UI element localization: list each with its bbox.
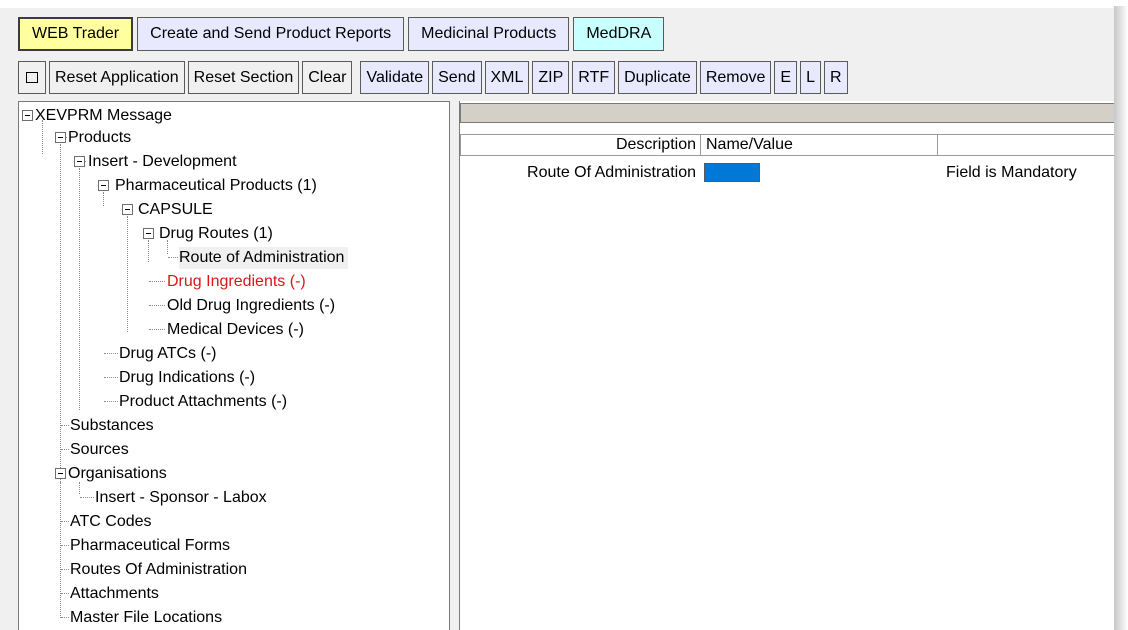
tree-connector	[127, 216, 128, 332]
tree-node-drug-routes[interactable]: Drug Routes (1)	[159, 223, 273, 245]
tree-connector	[61, 569, 69, 570]
tree-node-substances[interactable]: Substances	[70, 415, 154, 437]
column-header-description[interactable]: Description	[460, 134, 701, 156]
r-button[interactable]: R	[823, 61, 848, 94]
tree-node-drug-ingredients[interactable]: Drug Ingredients (-)	[167, 271, 306, 293]
navigation-tree: XEVPRM Message Products Insert - Develop…	[18, 101, 450, 630]
tab-medicinal-products[interactable]: Medicinal Products	[408, 17, 570, 51]
duplicate-button[interactable]: Duplicate	[618, 61, 697, 94]
collapse-icon[interactable]	[55, 468, 66, 479]
tree-connector	[168, 257, 178, 258]
e-button[interactable]: E	[774, 61, 798, 94]
detail-panel: Description Name/Value Route Of Administ…	[459, 101, 1114, 630]
tree-node-atc-codes[interactable]: ATC Codes	[70, 511, 152, 533]
tree-connector	[149, 305, 165, 306]
send-button[interactable]: Send	[432, 61, 482, 94]
tree-node-product-attachments[interactable]: Product Attachments (-)	[119, 391, 287, 413]
tree-connector	[61, 593, 69, 594]
rtf-button[interactable]: RTF	[572, 61, 616, 94]
tree-connector	[61, 521, 69, 522]
tree-node-insert-sponsor[interactable]: Insert - Sponsor - Labox	[95, 487, 267, 509]
tree-node-old-drug-ingredients[interactable]: Old Drug Ingredients (-)	[167, 295, 335, 317]
route-of-administration-value-field[interactable]	[704, 163, 760, 182]
reset-section-button[interactable]: Reset Section	[187, 61, 300, 94]
collapse-icon[interactable]	[74, 156, 85, 167]
tab-meddra[interactable]: MedDRA	[573, 17, 665, 51]
tree-connector	[104, 353, 118, 354]
tree-node-organisations[interactable]: Organisations	[68, 463, 167, 485]
reset-application-button[interactable]: Reset Application	[49, 61, 185, 94]
zip-button[interactable]: ZIP	[532, 61, 570, 94]
clear-button[interactable]: Clear	[302, 61, 353, 94]
tree-connector	[61, 425, 69, 426]
tree-connector	[149, 329, 165, 330]
tree-node-routes-of-administration[interactable]: Routes Of Administration	[70, 559, 247, 581]
validate-button[interactable]: Validate	[360, 61, 430, 94]
collapse-icon[interactable]	[143, 228, 154, 239]
column-header-name-value[interactable]: Name/Value	[700, 134, 938, 156]
detail-title-bar	[460, 103, 1114, 123]
app-window: WEB Trader Create and Send Product Repor…	[0, 0, 1114, 630]
square-button[interactable]	[18, 61, 46, 94]
l-button[interactable]: L	[800, 61, 821, 94]
tree-node-drug-atcs[interactable]: Drug ATCs (-)	[119, 343, 216, 365]
collapse-icon[interactable]	[122, 204, 133, 215]
tree-node-master-file-locations[interactable]: Master File Locations	[70, 607, 222, 629]
column-header-blank[interactable]	[937, 134, 1114, 156]
tree-connector	[60, 482, 61, 494]
tree-node-pharmaceutical-forms[interactable]: Pharmaceutical Forms	[70, 535, 230, 557]
tree-node-drug-indications[interactable]: Drug Indications (-)	[119, 367, 255, 389]
tree-node-attachments[interactable]: Attachments	[70, 583, 159, 605]
validation-message: Field is Mandatory	[946, 164, 1077, 181]
tree-node-route-of-administration[interactable]: Route of Administration	[179, 247, 349, 269]
field-label-route-of-administration: Route Of Administration	[527, 164, 696, 181]
tree-node-sources[interactable]: Sources	[70, 439, 129, 461]
tree-node-medical-devices[interactable]: Medical Devices (-)	[167, 319, 304, 341]
square-icon	[26, 72, 38, 83]
tree-connector	[61, 449, 69, 450]
xml-button[interactable]: XML	[484, 61, 530, 94]
tab-web-trader[interactable]: WEB Trader	[18, 17, 134, 51]
window-shadow	[1114, 6, 1128, 630]
tree-connector	[103, 192, 104, 206]
tree-connector	[149, 281, 165, 282]
collapse-icon[interactable]	[22, 110, 33, 121]
tree-node-products[interactable]: Products	[68, 127, 131, 149]
collapse-icon[interactable]	[55, 132, 66, 143]
tree-connector	[148, 240, 149, 262]
tree-connector	[80, 497, 94, 498]
tree-node-pharmaceutical-products[interactable]: Pharmaceutical Products (1)	[115, 175, 317, 197]
remove-button[interactable]: Remove	[699, 61, 772, 94]
toolbar: Reset Application Reset Section Clear Va…	[18, 61, 848, 94]
tree-node-insert-development[interactable]: Insert - Development	[88, 151, 237, 173]
tree-connector	[79, 168, 80, 410]
tree-connector	[60, 144, 61, 618]
collapse-icon[interactable]	[98, 180, 109, 191]
tree-node-xevprm-message[interactable]: XEVPRM Message	[35, 105, 172, 127]
main-tabs: WEB Trader Create and Send Product Repor…	[18, 17, 665, 51]
tree-connector	[61, 617, 69, 618]
top-strip	[0, 0, 1114, 8]
tree-node-capsule[interactable]: CAPSULE	[138, 199, 213, 221]
tab-create-send-reports[interactable]: Create and Send Product Reports	[137, 17, 405, 51]
tree-connector	[104, 377, 118, 378]
tree-connector	[104, 401, 118, 402]
tree-connector	[61, 545, 69, 546]
